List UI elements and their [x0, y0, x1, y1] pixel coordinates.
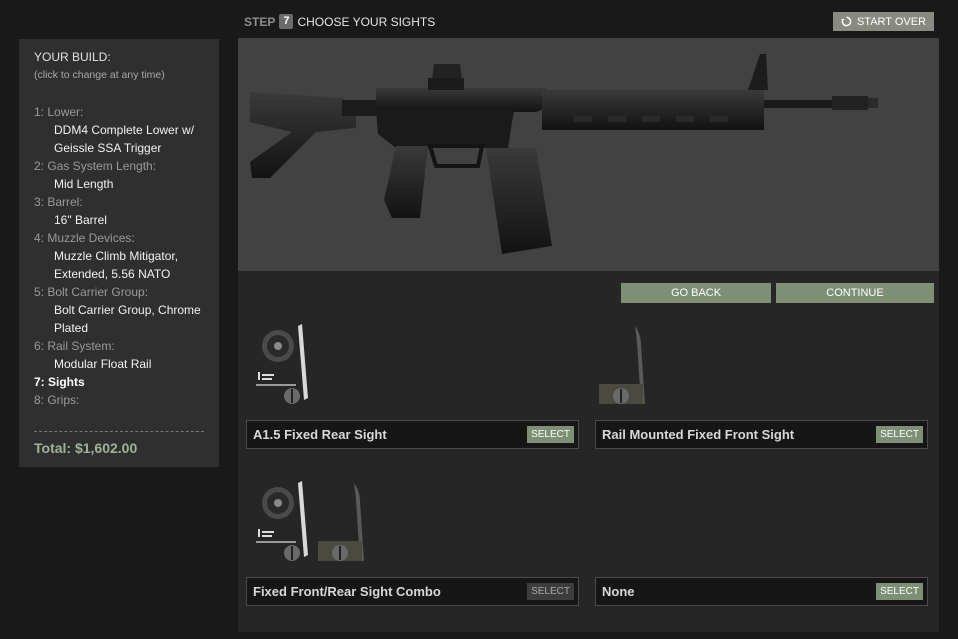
build-step-5[interactable]: 5: Bolt Carrier Group:	[34, 283, 214, 301]
build-summary-panel: YOUR BUILD: (click to change at any time…	[19, 39, 219, 467]
sight-option-images	[246, 320, 312, 410]
build-step-3[interactable]: 3: Barrel:	[34, 193, 214, 211]
top-bar: STEP 7 CHOOSE YOUR SIGHTS START OVER	[0, 0, 958, 40]
build-step-7[interactable]: 7: Sights	[34, 373, 214, 391]
restart-icon	[841, 16, 852, 27]
build-step-1-value[interactable]: DDM4 Complete Lower w/ Geissle SSA Trigg…	[34, 121, 214, 157]
build-title: YOUR BUILD:	[34, 50, 111, 64]
build-step-4[interactable]: 4: Muzzle Devices:	[34, 229, 214, 247]
step-indicator: STEP 7 CHOOSE YOUR SIGHTS	[244, 14, 435, 29]
go-back-button[interactable]: GO BACK	[621, 283, 771, 303]
build-step-2-value[interactable]: Mid Length	[34, 175, 214, 193]
step-number-badge: 7	[279, 14, 294, 29]
rear-sight-image	[246, 320, 312, 410]
start-over-label: START OVER	[856, 15, 927, 28]
sight-option-bar: Fixed Front/Rear Sight Combo SELECT	[246, 577, 579, 606]
sight-option-bar: Rail Mounted Fixed Front Sight SELECT	[595, 420, 928, 449]
step-label: STEP	[244, 14, 276, 29]
front-sight-image	[314, 477, 370, 567]
rear-sight-image	[246, 477, 312, 567]
rifle-image	[250, 54, 878, 254]
sight-option-bar: None SELECT	[595, 577, 928, 606]
build-step-6[interactable]: 6: Rail System:	[34, 337, 214, 355]
build-step-8[interactable]: 8: Grips:	[34, 391, 214, 409]
build-total: Total: $1,602.00	[34, 440, 138, 456]
continue-button[interactable]: CONTINUE	[776, 283, 934, 303]
select-button[interactable]: SELECT	[876, 426, 923, 443]
build-step-3-value[interactable]: 16" Barrel	[34, 211, 214, 229]
build-step-5-value[interactable]: Bolt Carrier Group, Chrome Plated	[34, 301, 214, 337]
build-step-2[interactable]: 2: Gas System Length:	[34, 157, 214, 175]
start-over-button[interactable]: START OVER	[833, 12, 934, 31]
rifle-preview	[238, 38, 939, 271]
sight-option-label: Rail Mounted Fixed Front Sight	[602, 427, 795, 442]
build-subtitle: (click to change at any time)	[34, 69, 165, 81]
sight-option-label: Fixed Front/Rear Sight Combo	[253, 584, 441, 599]
select-button[interactable]: SELECT	[527, 583, 574, 600]
step-title: CHOOSE YOUR SIGHTS	[297, 14, 436, 29]
front-sight-image	[595, 320, 651, 410]
divider	[34, 431, 204, 432]
main-panel: GO BACK CONTINUE A1.5 Fixed Rear Sight SE…	[238, 38, 939, 632]
sight-option-images	[246, 477, 370, 567]
sight-option-bar: A1.5 Fixed Rear Sight SELECT	[246, 420, 579, 449]
select-button[interactable]: SELECT	[527, 426, 574, 443]
sight-option-images	[595, 320, 651, 410]
build-step-6-value[interactable]: Modular Float Rail	[34, 355, 214, 373]
build-step-1[interactable]: 1: Lower:	[34, 103, 214, 121]
build-step-4-value[interactable]: Muzzle Climb Mitigator, Extended, 5.56 N…	[34, 247, 214, 283]
build-list: 1: Lower: DDM4 Complete Lower w/ Geissle …	[34, 103, 214, 409]
sight-option-label: A1.5 Fixed Rear Sight	[253, 427, 387, 442]
sight-option-label: None	[602, 584, 635, 599]
select-button[interactable]: SELECT	[876, 583, 923, 600]
